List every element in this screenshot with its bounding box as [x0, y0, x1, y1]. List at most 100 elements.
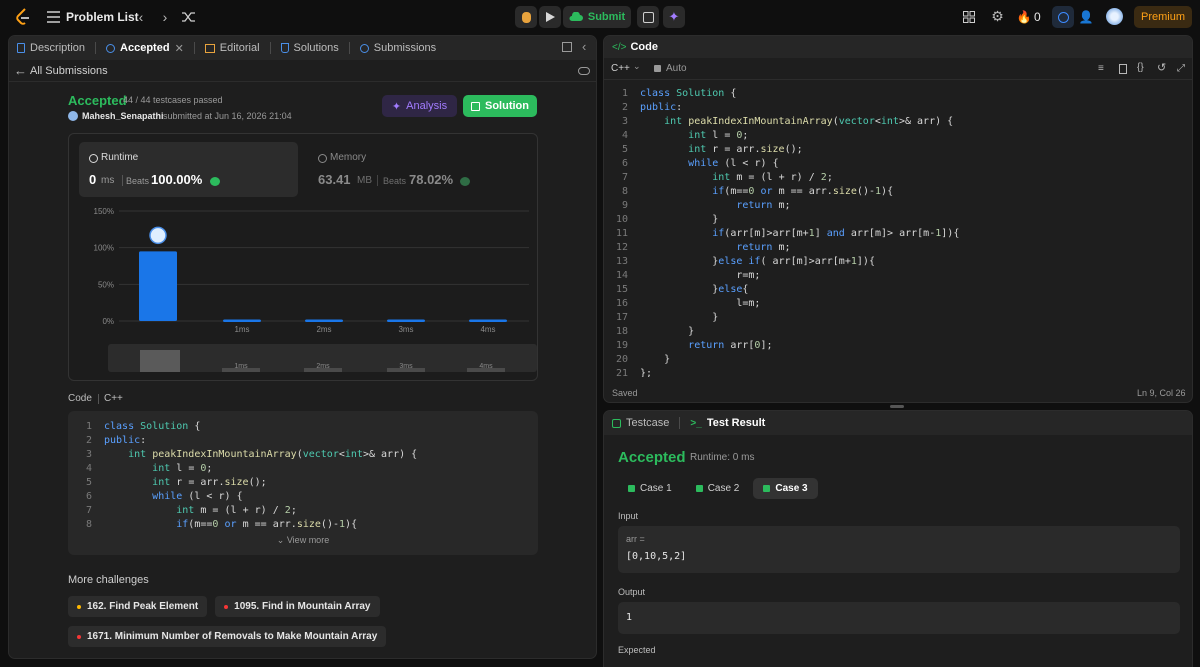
settings-icon[interactable]: ⚙ [990, 8, 1005, 24]
code-tab-title[interactable]: Code [630, 41, 658, 53]
streak-icon[interactable]: 🔥 [1017, 9, 1032, 24]
tab-divider [193, 42, 195, 54]
challenge-chip[interactable]: 1671. Minimum Number of Removals to Make… [68, 626, 387, 647]
username[interactable]: Mahesh_Senapathi [82, 111, 164, 121]
chart-bar[interactable] [469, 319, 507, 323]
code-line: 3 int peakIndexInMountainArray(vector<in… [68, 448, 538, 462]
tab-divider [95, 42, 97, 54]
tab-editorial[interactable]: Editorial [204, 42, 260, 54]
challenge-label: 1671. Minimum Number of Removals to Make… [87, 631, 378, 642]
line-number: 4 [621, 130, 628, 141]
tab-testcase[interactable]: Testcase [612, 417, 669, 429]
code-line: 17 } [604, 311, 1192, 325]
code-text: }else{ [712, 284, 749, 295]
auto-toggle[interactable]: Auto [666, 63, 687, 74]
case-tab[interactable]: Case 1 [618, 478, 682, 499]
analysis-button[interactable]: ✦ Analysis [382, 95, 457, 117]
book-icon [204, 43, 215, 53]
case-tabs: Case 1 Case 2 Case 3 [618, 478, 818, 500]
arrow-left-icon[interactable]: ← [14, 63, 27, 78]
output-value: 1 [626, 612, 633, 623]
challenge-chip[interactable]: 1095. Find in Mountain Array [215, 596, 380, 617]
line-number: 16 [615, 298, 628, 309]
runtime-distribution-chart[interactable]: 150% 100% 50% 0% 1ms 2ms 3ms 4ms 1ms 2ms 3ms 4ms [69, 134, 537, 380]
tab-test-result[interactable]: >_ Test Result [690, 417, 765, 429]
history-icon [106, 43, 116, 53]
code-line: 15 }else{ [604, 283, 1192, 297]
minimap-label: 3ms [399, 363, 413, 370]
view-more-button[interactable]: ⌄ View more [68, 535, 538, 546]
y-tick-label: 150% [94, 207, 114, 216]
line-number: 19 [615, 340, 628, 351]
ai-button[interactable]: ✦ [663, 6, 685, 28]
cursor-position: Ln 9, Col 26 [1137, 388, 1186, 398]
shuffle-icon[interactable] [181, 10, 195, 24]
close-tab-icon[interactable]: ✕ [175, 42, 184, 55]
avatar[interactable] [1106, 8, 1123, 25]
chart-bar[interactable] [387, 319, 425, 323]
share-link-icon[interactable] [578, 67, 590, 75]
chart-bar[interactable] [223, 319, 261, 323]
line-number: 18 [615, 326, 628, 337]
chart-bar[interactable] [139, 251, 177, 321]
result-status: Accepted [618, 449, 686, 466]
maximize-icon[interactable] [562, 42, 572, 52]
tab-accepted[interactable]: Accepted ✕ [106, 42, 184, 55]
test-tab-bar: Testcase >_ Test Result [604, 411, 1192, 435]
run-button[interactable] [539, 6, 561, 28]
minimap-highlight-bar [140, 350, 180, 372]
chevron-down-icon[interactable]: ⌄ [633, 61, 641, 72]
test-result-panel: Testcase >_ Test Result Accepted Runtime… [603, 410, 1193, 667]
code-line: 10 } [604, 213, 1192, 227]
code-text: return m; [736, 200, 791, 211]
list-icon[interactable] [46, 10, 60, 24]
code-line: 11 if(arr[m]>arr[m+1] and arr[m]> arr[m-… [604, 227, 1192, 241]
problem-list-link[interactable]: Problem List [66, 10, 139, 24]
line-number: 6 [85, 491, 92, 502]
bookmark-icon[interactable] [1119, 64, 1127, 74]
line-number: 3 [621, 116, 628, 127]
code-text: } [688, 326, 695, 337]
x-tick-label: 1ms [234, 325, 249, 334]
code-text: int r = arr.size(); [688, 144, 803, 155]
solution-button[interactable]: Solution [463, 95, 537, 117]
resize-handle[interactable] [890, 405, 904, 408]
premium-button[interactable]: Premium [1134, 6, 1192, 28]
code-editor[interactable]: 1 class Solution {2 public: 3 int peakIndex… [604, 87, 1192, 377]
code-text: } [712, 312, 719, 323]
chevron-right-icon[interactable]: › [158, 9, 172, 25]
all-submissions-link[interactable]: All Submissions [30, 65, 108, 77]
add-user-icon[interactable]: 👤 [1078, 9, 1094, 24]
code-line: 7 int m = (l + r) / 2; [604, 171, 1192, 185]
sparkle-icon: ✦ [391, 100, 402, 113]
more-challenges-title: More challenges [68, 574, 149, 586]
braces-icon[interactable]: {} [1137, 62, 1144, 73]
tab-submissions[interactable]: Submissions [359, 42, 436, 54]
code-text: }else if( arr[m]>arr[m+1]){ [712, 256, 875, 267]
line-number: 7 [85, 505, 92, 516]
format-icon[interactable]: ≡ [1098, 63, 1104, 74]
line-number: 5 [85, 477, 92, 488]
language-select[interactable]: C++ [611, 63, 630, 74]
fullscreen-icon[interactable]: ⤢ [1177, 63, 1185, 74]
tab-divider [269, 42, 271, 54]
submit-button[interactable]: Submit [563, 6, 631, 28]
line-number: 12 [615, 242, 628, 253]
notes-button[interactable] [637, 6, 659, 28]
chevron-left-icon[interactable]: ‹ [134, 9, 148, 25]
case-tab[interactable]: Case 2 [686, 478, 750, 499]
timer-button[interactable] [1052, 6, 1074, 28]
collapse-icon[interactable]: ‹ [582, 39, 586, 54]
reset-icon[interactable]: ↺ [1157, 61, 1166, 74]
code-brackets-icon: </> [612, 41, 627, 53]
leetcode-logo-icon[interactable] [14, 8, 32, 26]
case-tab[interactable]: Case 3 [753, 478, 818, 499]
tab-description[interactable]: Description [17, 42, 85, 54]
challenge-chip[interactable]: 162. Find Peak Element [68, 596, 208, 617]
code-text: return arr[0]; [688, 340, 773, 351]
tab-solutions[interactable]: Solutions [280, 42, 339, 54]
chart-bar[interactable] [305, 319, 343, 323]
debug-button[interactable] [515, 6, 537, 28]
terminal-icon: >_ [690, 417, 702, 429]
layout-icon[interactable] [962, 10, 976, 24]
